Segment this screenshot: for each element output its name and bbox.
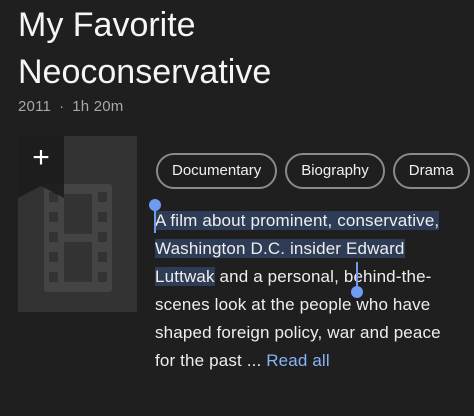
add-to-watchlist-button[interactable]: + bbox=[18, 136, 64, 198]
plot-summary[interactable]: A film about prominent, conservative, Wa… bbox=[155, 207, 455, 375]
poster-image[interactable]: + bbox=[18, 136, 137, 312]
selection-end-handle[interactable] bbox=[351, 262, 363, 298]
title-meta: 2011 · 1h 20m bbox=[18, 98, 124, 115]
runtime: 1h 20m bbox=[72, 98, 124, 115]
selection-start-handle[interactable] bbox=[149, 199, 161, 235]
genre-chip-biography[interactable]: Biography bbox=[285, 153, 385, 189]
genre-chip-documentary[interactable]: Documentary bbox=[156, 153, 278, 189]
release-year: 2011 bbox=[18, 98, 52, 115]
plus-icon: + bbox=[32, 141, 50, 174]
genre-chips[interactable]: Documentary Biography Drama bbox=[156, 153, 474, 191]
genre-chip-drama[interactable]: Drama bbox=[392, 153, 470, 189]
read-all-link[interactable]: Read all bbox=[266, 351, 330, 370]
meta-separator: · bbox=[59, 98, 65, 115]
title-heading: My Favorite Neoconservative bbox=[18, 6, 272, 91]
film-strip-icon bbox=[44, 184, 112, 297]
